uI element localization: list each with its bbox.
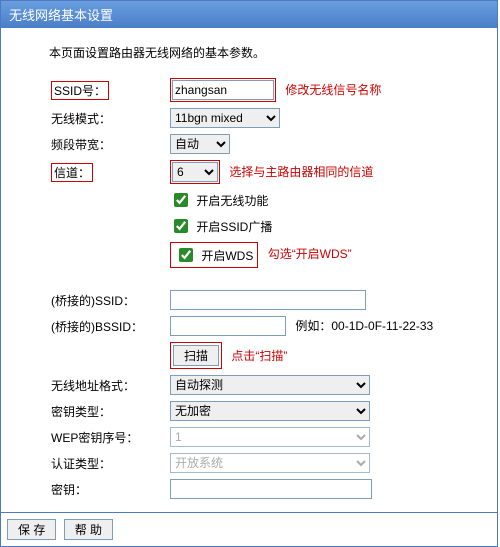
bandwidth-select[interactable]: 自动: [170, 134, 230, 154]
addr-format-select[interactable]: 自动探测: [170, 375, 370, 395]
bandwidth-label: 频段带宽：: [49, 131, 168, 157]
scan-highlight: 扫描: [170, 342, 222, 369]
wds-annotation: 勾选“开启WDS”: [268, 247, 352, 261]
window-titlebar: 无线网络基本设置: [1, 1, 497, 28]
bridge-bssid-input[interactable]: [170, 316, 286, 336]
enable-ssid-broadcast-label: 开启SSID广播: [196, 220, 272, 234]
enable-wds-label: 开启WDS: [201, 249, 253, 263]
ssid-label: SSID号：: [51, 81, 109, 100]
enable-wds-checkbox[interactable]: [179, 248, 193, 262]
channel-highlight: 6: [170, 160, 220, 184]
scan-button[interactable]: 扫描: [173, 345, 219, 366]
bridge-ssid-input[interactable]: [170, 290, 366, 310]
wds-highlight: 开启WDS: [170, 242, 258, 268]
key-input: [170, 479, 372, 499]
channel-annotation: 选择与主路由器相同的信道: [229, 165, 373, 179]
ssid-annotation: 修改无线信号名称: [285, 83, 381, 97]
wep-index-select: 1: [170, 427, 370, 447]
ssid-highlight: [170, 78, 276, 102]
bridge-bssid-label: (桥接的)BSSID：: [49, 313, 168, 339]
key-type-select[interactable]: 无加密: [170, 401, 370, 421]
enable-wireless-label: 开启无线功能: [196, 194, 268, 208]
key-label: 密钥：: [49, 476, 168, 502]
channel-label: 信道：: [51, 163, 93, 182]
mode-label: 无线模式：: [49, 105, 168, 131]
mode-select[interactable]: 11bgn mixed: [170, 108, 280, 128]
enable-wireless-checkbox[interactable]: [174, 193, 188, 207]
button-bar: 保 存 帮 助: [1, 512, 497, 546]
addr-format-label: 无线地址格式：: [49, 372, 168, 398]
ssid-input[interactable]: [172, 80, 274, 100]
key-type-label: 密钥类型：: [49, 398, 168, 424]
scan-annotation: 点击“扫描”: [231, 349, 287, 363]
wireless-settings-window: 无线网络基本设置 本页面设置路由器无线网络的基本参数。 SSID号： 修改无线信…: [0, 0, 498, 547]
intro-text: 本页面设置路由器无线网络的基本参数。: [49, 44, 473, 61]
enable-ssid-broadcast-checkbox[interactable]: [174, 219, 188, 233]
auth-type-select: 开放系统: [170, 453, 370, 473]
bridge-ssid-label: (桥接的)SSID：: [49, 287, 168, 313]
help-button[interactable]: 帮 助: [64, 519, 113, 540]
wep-index-label: WEP密钥序号：: [49, 424, 168, 450]
bssid-example: 例如：00-1D-0F-11-22-33: [295, 319, 433, 333]
channel-select[interactable]: 6: [172, 162, 218, 182]
save-button[interactable]: 保 存: [7, 519, 56, 540]
content-area: 本页面设置路由器无线网络的基本参数。 SSID号： 修改无线信号名称 无线模式：: [1, 28, 497, 512]
auth-type-label: 认证类型：: [49, 450, 168, 476]
window-title: 无线网络基本设置: [9, 8, 113, 23]
form-table: SSID号： 修改无线信号名称 无线模式： 11bgn mixed: [49, 75, 473, 502]
